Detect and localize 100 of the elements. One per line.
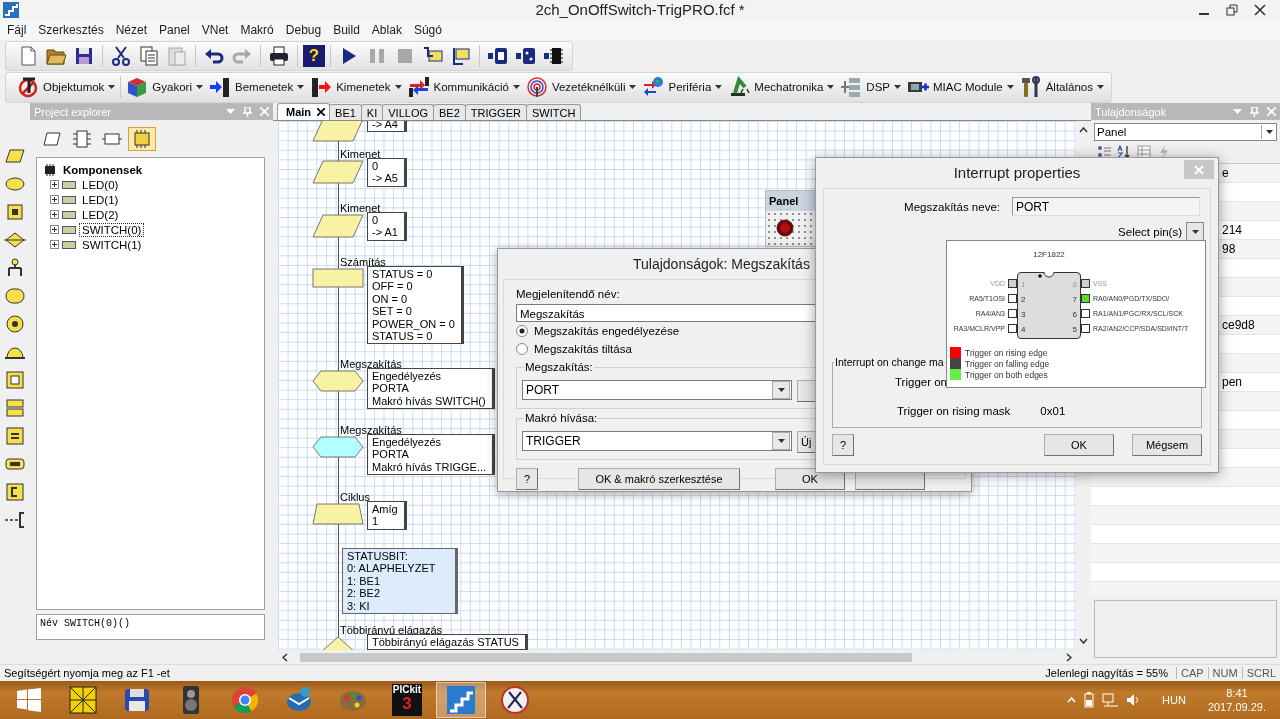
expander-icon[interactable] <box>50 225 59 234</box>
component-menu-button[interactable]: Általános <box>1016 74 1107 100</box>
menu-item[interactable]: Ablak <box>365 23 408 37</box>
chevron-right-icon[interactable] <box>1066 652 1072 662</box>
input-field[interactable]: PORT <box>1012 197 1200 216</box>
expander-icon[interactable] <box>50 210 59 219</box>
tree-item[interactable]: SWITCH(1) <box>79 237 145 252</box>
rounded-rectangle-icon[interactable] <box>4 286 26 306</box>
component-icon <box>62 195 76 204</box>
component-menu-button[interactable]: Kommunikáció <box>404 74 523 100</box>
frame-icon[interactable] <box>4 370 26 390</box>
clock-date[interactable]: 2017.09.29. <box>1207 700 1266 714</box>
help-button[interactable]: ? <box>516 468 538 490</box>
code-block-icon[interactable] <box>4 482 26 502</box>
menu-item[interactable]: Makró <box>234 23 280 37</box>
speaker-icon[interactable] <box>1126 693 1141 707</box>
dropdown-button[interactable] <box>1186 222 1204 242</box>
menu-item[interactable]: Build <box>327 23 366 37</box>
caret-icon <box>777 439 785 443</box>
dropdown-field[interactable]: PORT <box>522 380 792 400</box>
pages-icon <box>138 44 160 67</box>
hexagon-shape[interactable] <box>312 436 364 458</box>
legend-label: Trigger on falling edge <box>965 358 1050 369</box>
property-value: pen <box>1221 375 1244 389</box>
component-menu-button[interactable]: Mechatronika <box>725 74 838 100</box>
tree-item[interactable]: Komponensek <box>60 162 146 177</box>
tree-item[interactable]: LED(0) <box>79 177 122 192</box>
tab[interactable]: BE2 <box>433 104 466 120</box>
chevron-down-icon <box>1079 638 1088 644</box>
expander-icon[interactable] <box>50 195 59 204</box>
menu-item[interactable]: Súgó <box>407 23 448 37</box>
help-button[interactable]: ? <box>832 434 854 456</box>
taskbar-button[interactable]: PICkit 3 <box>382 682 432 718</box>
menu-item[interactable]: Panel <box>153 23 196 37</box>
cube-icon <box>126 76 149 98</box>
tab[interactable]: BE1 <box>329 104 362 120</box>
component-menu-button[interactable]: Vezetéknélküli <box>522 74 640 100</box>
dropdown-field[interactable]: Panel <box>1094 123 1277 141</box>
scrollbar-thumb[interactable] <box>300 652 912 662</box>
tree-item[interactable]: LED(2) <box>79 207 122 222</box>
menu-item[interactable]: Fájl <box>1 23 33 37</box>
windows-logo-icon[interactable] <box>17 688 41 712</box>
field-label: Select pin(s) <box>1118 226 1182 238</box>
chevron-up-icon[interactable] <box>1067 697 1077 703</box>
comment-note: STATUSBIT: 0: ALAPHELYZET 1: BE1 2: BE2 3: KI <box>342 548 459 615</box>
restore-icon[interactable] <box>1226 4 1238 16</box>
lightning-icon[interactable] <box>1157 145 1171 159</box>
hexagon-shape[interactable] <box>312 370 364 392</box>
tree-item[interactable]: LED(1) <box>79 192 122 207</box>
loop-shape[interactable] <box>312 503 364 525</box>
diamond-icon[interactable] <box>4 230 26 250</box>
dropdown-field[interactable]: TRIGGER <box>522 431 792 451</box>
parallelogram-shape[interactable] <box>312 214 364 238</box>
chevron-left-icon[interactable] <box>282 652 288 662</box>
component-menu-button[interactable]: DSP <box>837 74 904 100</box>
component-menu-button[interactable]: Objektumok <box>14 74 119 100</box>
parallelogram-shape[interactable] <box>312 160 364 184</box>
rectangle-icon[interactable] <box>4 202 26 222</box>
component-menu-button[interactable]: Periféria <box>639 74 726 100</box>
expander-icon[interactable] <box>50 180 59 189</box>
menu-item[interactable]: Debug <box>279 23 328 37</box>
table-icon[interactable] <box>1137 145 1151 159</box>
radio-waves-icon <box>525 76 548 98</box>
clock-time[interactable]: 8:41 <box>1226 686 1248 700</box>
network-icon[interactable] <box>1102 693 1119 707</box>
component-menu-button[interactable]: Bemenetek <box>206 74 308 100</box>
double-rectangle-icon[interactable] <box>4 398 26 418</box>
menu-item[interactable]: Szerkesztés <box>32 23 110 37</box>
close-icon[interactable] <box>1254 4 1266 16</box>
scroll-up-button[interactable] <box>1079 127 1088 133</box>
circle-icon[interactable] <box>4 314 26 334</box>
scroll-down-button[interactable] <box>1079 638 1088 644</box>
dialog-button[interactable]: OK & makró szerkesztése <box>578 468 740 490</box>
component-menu-button[interactable]: MIAC Module <box>904 74 1017 100</box>
node-title: Kimenet <box>340 202 381 214</box>
tab[interactable]: Main <box>277 103 331 120</box>
dialog-button[interactable]: Mégsem <box>1132 434 1202 456</box>
group-label: Megszakítás: <box>524 361 594 373</box>
menu-item[interactable]: Nézet <box>109 23 154 37</box>
tab[interactable]: SWITCH <box>525 104 582 120</box>
tab[interactable]: VILLOG <box>382 104 434 120</box>
view-button[interactable] <box>128 126 156 151</box>
node-title: Számítás <box>340 256 386 268</box>
help-button[interactable]: ? <box>303 44 325 67</box>
component-menu-button[interactable]: Gyakori <box>123 74 206 100</box>
pin-number: 5 <box>1071 324 1077 336</box>
battery-icon[interactable] <box>1084 692 1095 708</box>
sort-az-icon[interactable] <box>1117 145 1131 159</box>
equals-rectangle-icon[interactable] <box>4 426 26 446</box>
ellipse-icon[interactable] <box>4 174 26 194</box>
dialog-button[interactable]: OK <box>1044 434 1114 456</box>
component-menu-button[interactable]: Kimenetek <box>307 74 405 100</box>
expander-icon[interactable] <box>50 240 59 249</box>
tab[interactable]: TRIGGER <box>464 104 527 120</box>
comment-bracket-icon[interactable] <box>4 510 26 530</box>
menu-item[interactable]: VNet <box>195 23 235 37</box>
tree-item[interactable]: SWITCH(0) <box>79 222 145 237</box>
parallelogram-icon[interactable] <box>4 146 26 166</box>
close-icon[interactable] <box>317 108 326 116</box>
language-indicator[interactable]: HUN <box>1162 694 1186 706</box>
